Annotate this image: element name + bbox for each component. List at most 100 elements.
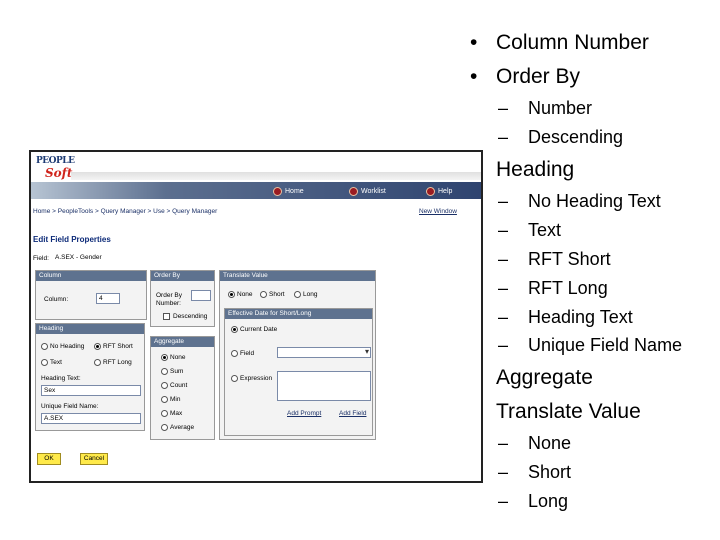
new-window-link[interactable]: New Window <box>419 208 457 215</box>
order-by-group: Order By Order By Number: Descending <box>150 270 215 327</box>
expression-textarea[interactable] <box>277 371 371 401</box>
heading-group: Heading No Heading RFT Short Text RFT Lo… <box>35 323 145 431</box>
aggregate-min-label: Min <box>170 396 181 403</box>
field-value: A.SEX - Gender <box>55 254 102 261</box>
unique-field-name-input[interactable]: A.SEX <box>41 413 141 424</box>
breadcrumb[interactable]: Home > PeopleTools > Query Manager > Use… <box>33 208 217 215</box>
order-by-header: Order By <box>151 271 214 281</box>
logo-text-top: PEOPLE <box>36 156 75 166</box>
aggregate-average-label: Average <box>170 424 195 431</box>
dash-glyph: – <box>498 191 509 211</box>
bullet-glyph: • <box>470 31 478 54</box>
sub-bullet-short: – Short <box>498 461 572 483</box>
aggregate-count-label: Count <box>170 382 188 389</box>
nav-worklist-label: Worklist <box>361 187 386 195</box>
nav-help-label: Help <box>438 187 453 195</box>
translate-none-label: None <box>237 291 253 298</box>
dash-glyph: – <box>498 462 509 482</box>
sub-bullet-text: Short <box>528 462 572 482</box>
sub-bullet-unique-field-name: – Unique Field Name <box>498 334 683 356</box>
text-label: Text <box>50 359 62 366</box>
expression-label: Expression <box>240 375 273 382</box>
aggregate-min-radio[interactable] <box>161 396 168 403</box>
rft-short-label: RFT Short <box>103 343 133 350</box>
sub-bullet-text: RFT Long <box>528 278 608 298</box>
sub-bullet-text: Descending <box>528 127 624 147</box>
bullet-order-by: • Order By <box>470 65 581 89</box>
effective-date-header: Effective Date for Short/Long <box>225 309 372 319</box>
aggregate-none-radio[interactable] <box>161 354 168 361</box>
column-group: Column Column: 4 <box>35 270 147 320</box>
rft-short-radio[interactable] <box>94 343 101 350</box>
expression-radio[interactable] <box>231 375 238 382</box>
nav-bar: Home Worklist Help <box>31 182 481 199</box>
sub-bullet-text: Unique Field Name <box>528 335 683 355</box>
aggregate-group: Aggregate None Sum Count Min Max Average <box>150 336 215 440</box>
aggregate-none-label: None <box>170 354 186 361</box>
no-heading-label: No Heading <box>50 343 85 350</box>
translate-value-header: Translate Value <box>220 271 375 281</box>
descending-checkbox[interactable] <box>163 313 170 320</box>
aggregate-max-radio[interactable] <box>161 410 168 417</box>
bullet-heading: Heading <box>496 158 574 182</box>
order-by-number-label-line2: Number: <box>156 300 181 307</box>
sub-bullet-text: RFT Short <box>528 249 611 269</box>
text-radio[interactable] <box>41 359 48 366</box>
dash-glyph: – <box>498 491 509 511</box>
logo-text-bottom: Soft <box>45 166 73 180</box>
sub-bullet-no-heading-text: – No Heading Text <box>498 190 661 212</box>
sub-bullet-text: Text <box>528 220 562 240</box>
page-title: Edit Field Properties <box>33 235 111 244</box>
nav-worklist-link[interactable]: Worklist <box>349 185 386 197</box>
heading-text-input[interactable]: Sex <box>41 385 141 396</box>
current-date-radio[interactable] <box>231 326 238 333</box>
column-number-label: Column: <box>44 296 69 303</box>
worklist-icon <box>349 186 358 196</box>
sub-bullet-text: Long <box>528 491 569 511</box>
bullet-column-number: • Column Number <box>470 31 649 55</box>
field-label: Field: <box>33 255 49 262</box>
header-stripe <box>71 172 481 180</box>
dash-glyph: – <box>498 278 509 298</box>
rft-long-radio[interactable] <box>94 359 101 366</box>
bullet-translate-value: Translate Value <box>496 400 641 424</box>
add-field-link[interactable]: Add Field <box>339 410 366 417</box>
aggregate-header: Aggregate <box>151 337 214 347</box>
translate-none-radio[interactable] <box>228 291 235 298</box>
app-header: PEOPLE Soft <box>31 152 481 182</box>
add-prompt-link[interactable]: Add Prompt <box>287 410 321 417</box>
dash-glyph: – <box>498 249 509 269</box>
no-heading-radio[interactable] <box>41 343 48 350</box>
translate-short-radio[interactable] <box>260 291 267 298</box>
order-by-number-label-line1: Order By <box>156 292 183 299</box>
peoplesoft-screenshot: PEOPLE Soft Home Worklist Help Home > Pe… <box>29 150 483 483</box>
sub-bullet-text: No Heading Text <box>528 191 661 211</box>
ok-button[interactable]: OK <box>37 453 61 465</box>
sub-bullet-heading-text: – Heading Text <box>498 306 633 328</box>
translate-long-radio[interactable] <box>294 291 301 298</box>
column-number-input[interactable]: 4 <box>96 293 120 304</box>
sub-bullet-text: Number <box>528 98 593 118</box>
bullet-glyph: • <box>470 65 478 88</box>
aggregate-average-radio[interactable] <box>161 424 168 431</box>
translate-long-label: Long <box>303 291 318 298</box>
field-radio[interactable] <box>231 350 238 357</box>
order-by-number-input[interactable] <box>191 290 211 301</box>
sub-bullet-text: None <box>528 433 572 453</box>
nav-home-label: Home <box>285 187 304 195</box>
peoplesoft-logo: PEOPLE Soft <box>36 156 75 182</box>
nav-help-link[interactable]: Help <box>426 185 452 197</box>
rft-long-label: RFT Long <box>103 359 132 366</box>
bullet-text: Aggregate <box>496 366 593 389</box>
effective-field-select[interactable] <box>277 347 371 358</box>
descending-label: Descending <box>173 313 208 320</box>
bullet-text: Translate Value <box>496 400 641 423</box>
aggregate-count-radio[interactable] <box>161 382 168 389</box>
cancel-button[interactable]: Cancel <box>80 453 108 465</box>
bullet-text: Order By <box>496 65 581 88</box>
bullet-text: Heading <box>496 158 575 181</box>
sub-bullet-text: – Text <box>498 219 562 241</box>
nav-home-link[interactable]: Home <box>273 185 304 197</box>
field-radio-label: Field <box>240 350 255 357</box>
aggregate-sum-radio[interactable] <box>161 368 168 375</box>
